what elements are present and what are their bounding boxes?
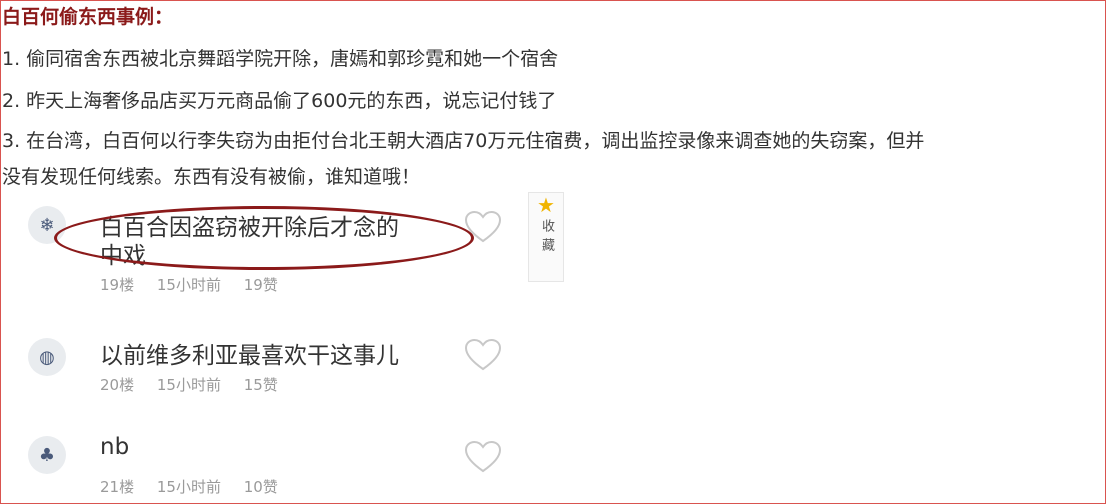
comment-meta: 21楼 15小时前 10赞	[100, 476, 296, 497]
favorite-button[interactable]: ★ 收藏	[528, 192, 564, 282]
comment-meta: 19楼 15小时前 19赞	[100, 274, 296, 295]
comment-floor: 19楼	[100, 276, 135, 294]
comment-meta: 20楼 15小时前 15赞	[100, 374, 296, 395]
comment-likes: 19赞	[243, 276, 278, 294]
star-icon: ★	[537, 193, 555, 217]
comment-text-line1: nb	[100, 434, 130, 460]
comment-likes: 10赞	[243, 478, 278, 496]
article-line-4: 没有发现任何线索。东西有没有被偷，谁知道哦！	[2, 166, 421, 188]
heart-icon[interactable]	[464, 440, 502, 474]
tree-avatar-icon[interactable]: ♣	[28, 436, 66, 474]
shell-avatar-icon[interactable]: ◍	[28, 338, 66, 376]
comment-time: 15小时前	[156, 376, 221, 394]
comment-text-line1: 以前维多利亚最喜欢干这事儿	[100, 343, 399, 369]
comment-floor: 20楼	[100, 376, 135, 394]
comment-floor: 21楼	[100, 478, 135, 496]
comment-likes: 15赞	[243, 376, 278, 394]
highlight-ellipse	[54, 206, 474, 270]
article-line-1: 1. 偷同宿舍东西被北京舞蹈学院开除，唐嫣和郭珍霓和她一个宿舍	[2, 48, 559, 70]
article-line-3: 3. 在台湾，白百何以行李失窃为由拒付台北王朝大酒店70万元住宿费，调出监控录像…	[2, 130, 925, 152]
comment-time: 15小时前	[156, 478, 221, 496]
heart-icon[interactable]	[464, 210, 502, 244]
article-heading: 白百何偷东西事例：	[2, 6, 174, 28]
comment-time: 15小时前	[156, 276, 221, 294]
favorite-label: 收藏	[539, 219, 554, 257]
article-line-2: 2. 昨天上海奢侈品店买万元商品偷了600元的东西，说忘记付钱了	[2, 90, 557, 112]
heart-icon[interactable]	[464, 338, 502, 372]
